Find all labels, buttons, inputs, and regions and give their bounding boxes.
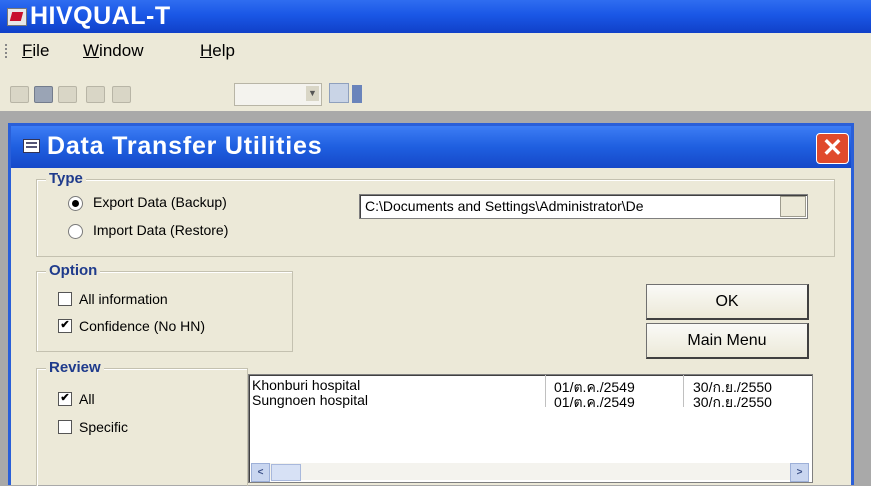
menubar-grip[interactable] xyxy=(5,44,9,58)
all-information-label: All information xyxy=(79,291,168,307)
chevron-down-icon[interactable]: ▼ xyxy=(306,86,319,101)
app-logo-icon xyxy=(7,8,27,26)
start-date: 01/ต.ค./2549 xyxy=(554,394,635,410)
review-specific-label: Specific xyxy=(79,419,129,435)
scroll-thumb[interactable] xyxy=(271,464,301,481)
horizontal-scrollbar[interactable]: < > xyxy=(251,463,809,482)
list-item[interactable]: Sungnoen hospital 01/ต.ค./2549 30/ก.ย./2… xyxy=(252,392,807,410)
menu-file-label: ile xyxy=(32,41,50,60)
main-menu-button[interactable]: Main Menu xyxy=(646,323,809,359)
data-transfer-dialog: Data Transfer Utilities ✕ Type Export Da… xyxy=(8,123,854,486)
check-icon: ✔ xyxy=(60,319,70,331)
app-title: HIVQUAL-T xyxy=(30,2,171,30)
menu-help-label: elp xyxy=(212,41,235,60)
scroll-left-button[interactable]: < xyxy=(251,463,270,482)
toolbar: ▼ xyxy=(0,71,871,111)
menu-help[interactable]: Help xyxy=(200,41,235,61)
hospital-list[interactable]: Khonburi hospital 01/ต.ค./2549 30/ก.ย./2… xyxy=(248,374,813,483)
close-icon: ✕ xyxy=(822,134,843,162)
hospital-name: Khonburi hospital xyxy=(252,377,361,393)
type-group-label: Type xyxy=(46,170,86,187)
toolbar-combo[interactable]: ▼ xyxy=(234,83,322,106)
review-all-checkbox[interactable]: ✔ xyxy=(58,392,72,406)
check-icon: ✔ xyxy=(60,392,70,404)
menu-file[interactable]: File xyxy=(22,41,49,61)
close-button[interactable]: ✕ xyxy=(816,133,849,164)
menu-window[interactable]: Window xyxy=(83,41,143,61)
printer-icon[interactable] xyxy=(34,86,53,103)
ok-button[interactable]: OK xyxy=(646,284,809,320)
window-icon[interactable] xyxy=(58,86,77,103)
menu-help-mnemonic: H xyxy=(200,41,213,60)
option-group: Option xyxy=(36,262,293,352)
grid-icon[interactable] xyxy=(112,86,131,103)
dialog-title: Data Transfer Utilities xyxy=(47,132,323,160)
app-title-bar: HIVQUAL-T xyxy=(0,0,871,33)
end-date: 30/ก.ย./2550 xyxy=(693,394,772,410)
confidence-checkbox[interactable]: ✔ xyxy=(58,319,72,333)
toolbar-overflow-icon[interactable] xyxy=(352,85,362,103)
backup-path-field[interactable]: C:\Documents and Settings\Administrator\… xyxy=(359,194,808,219)
backup-path-value: C:\Documents and Settings\Administrator\… xyxy=(365,198,644,214)
hospital-name: Sungnoen hospital xyxy=(252,392,368,408)
export-label: Export Data (Backup) xyxy=(93,194,227,210)
folder-icon[interactable] xyxy=(10,86,29,103)
edit-icon[interactable] xyxy=(329,83,349,103)
export-radio[interactable] xyxy=(68,196,83,211)
import-radio[interactable] xyxy=(68,224,83,239)
review-all-label: All xyxy=(79,391,95,407)
review-specific-checkbox[interactable] xyxy=(58,420,72,434)
menu-window-label: indow xyxy=(99,41,144,60)
list-item[interactable]: Khonburi hospital 01/ต.ค./2549 30/ก.ย./2… xyxy=(252,377,807,395)
menu-file-mnemonic: F xyxy=(22,41,33,60)
option-group-label: Option xyxy=(46,262,101,279)
menu-bar: File Window Help xyxy=(0,33,871,71)
window-icon[interactable] xyxy=(86,86,105,103)
browse-button[interactable] xyxy=(780,196,806,217)
all-information-checkbox[interactable] xyxy=(58,292,72,306)
confidence-label: Confidence (No HN) xyxy=(79,318,206,334)
menu-window-mnemonic: W xyxy=(83,41,100,60)
review-group-label: Review xyxy=(46,359,104,376)
window-icon xyxy=(23,139,40,153)
scroll-right-button[interactable]: > xyxy=(790,463,809,482)
dialog-title-bar: Data Transfer Utilities ✕ xyxy=(11,126,851,168)
import-label: Import Data (Restore) xyxy=(93,222,229,238)
